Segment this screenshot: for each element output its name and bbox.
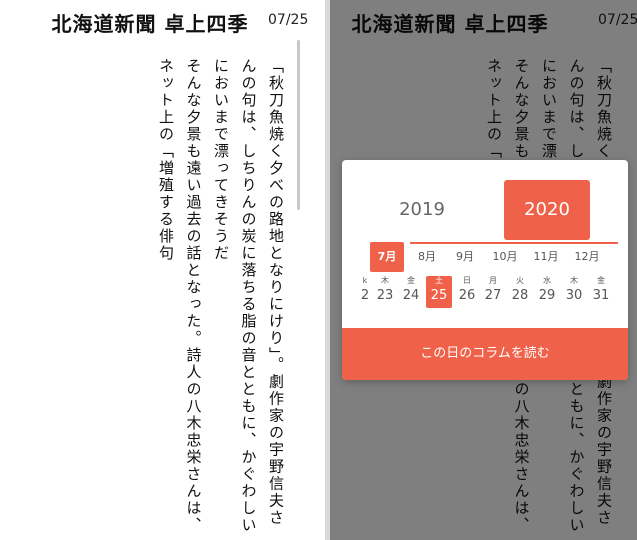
month-selector: 7月 8月 9月 10月 11月 12月: [370, 242, 620, 272]
date-label[interactable]: 07/25: [268, 12, 308, 28]
day-option[interactable]: 水 29: [534, 276, 560, 306]
day-option[interactable]: 金 31: [588, 276, 614, 306]
article-column: 「秋刀魚焼く夕べの路地となりにけり」。劇作家の宇野信夫さんの句は、しちりんの炭に…: [212, 58, 285, 534]
day-option-selected[interactable]: 土 25: [426, 276, 452, 308]
month-option[interactable]: 11月: [529, 242, 563, 272]
article-column: そんな夕景も遠い過去の話となった。詩人の八木忠栄さんは、ネット上の「増殖する俳句: [157, 58, 203, 534]
year-option-2020[interactable]: 2020: [504, 180, 590, 240]
article-body: 「秋刀魚焼く夕べの路地となりにけり」。劇作家の宇野信夫さんの句は、しちりんの炭に…: [152, 58, 290, 540]
month-option[interactable]: 8月: [410, 242, 444, 272]
month-option[interactable]: 9月: [448, 242, 482, 272]
month-option[interactable]: 7月: [370, 242, 404, 272]
year-option-2019[interactable]: 2019: [382, 180, 462, 240]
day-selector: k2 木 23 金 24 土 25 日 26 月 27 火 28 水 29 木 30 金 31: [352, 276, 622, 308]
read-column-button[interactable]: この日のコラムを読む: [342, 328, 628, 380]
day-option[interactable]: 日 26: [454, 276, 480, 306]
date-picker-dialog: 2019 2020 7月 8月 9月 10月 11月 12月 k2 木 23 金2…: [342, 160, 628, 380]
article-pane-left: 北海道新聞 卓上四季 07/25 「秋刀魚焼く夕べの路地となりにけり」。劇作家の…: [0, 0, 325, 540]
day-option[interactable]: 木 23: [372, 276, 398, 306]
page-title: 北海道新聞 卓上四季: [51, 12, 249, 36]
day-option[interactable]: 火 28: [507, 276, 533, 306]
month-option[interactable]: 12月: [570, 242, 604, 272]
day-option[interactable]: 木 30: [561, 276, 587, 306]
day-option[interactable]: 金 24: [398, 276, 424, 306]
scrollbar[interactable]: [297, 40, 300, 210]
month-option[interactable]: 10月: [488, 242, 522, 272]
day-option[interactable]: 月 27: [480, 276, 506, 306]
